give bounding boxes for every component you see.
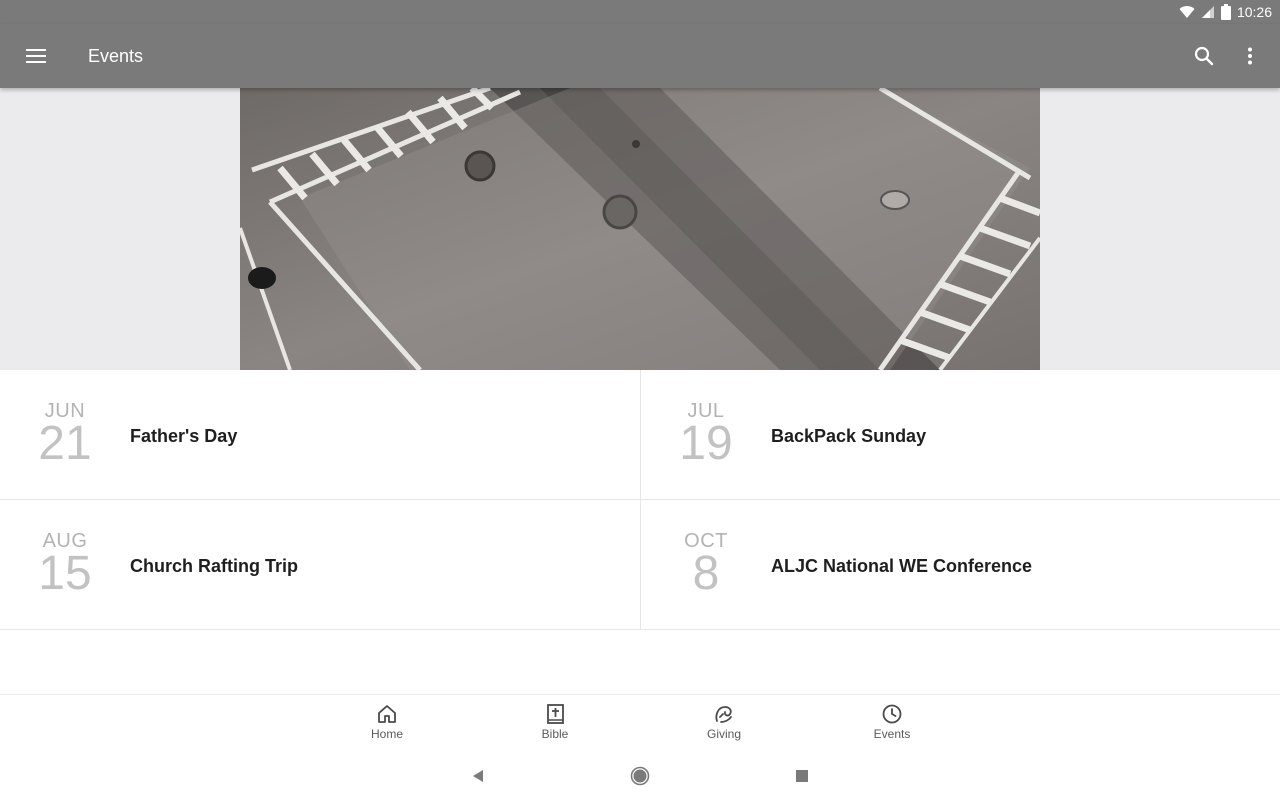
giving-icon bbox=[715, 706, 732, 723]
event-day: 21 bbox=[38, 417, 92, 470]
event-card[interactable]: JUL 19 BackPack Sunday bbox=[640, 370, 1280, 500]
wifi-icon bbox=[1179, 6, 1195, 19]
nav-home[interactable]: Home bbox=[332, 703, 442, 749]
event-grid: JUN 21 Father's Day JUL 19 BackPack Sund… bbox=[0, 370, 1280, 630]
app-bar: Events bbox=[0, 24, 1280, 88]
event-card[interactable]: JUN 21 Father's Day bbox=[0, 370, 640, 500]
battery-icon bbox=[1220, 4, 1231, 20]
status-time: 10:26 bbox=[1236, 4, 1272, 20]
event-card[interactable]: OCT 8 ALJC National WE Conference bbox=[640, 500, 1280, 630]
event-day: 15 bbox=[38, 547, 92, 600]
nav-events-label: Events bbox=[873, 727, 911, 741]
search-icon bbox=[1194, 46, 1214, 66]
back-icon bbox=[473, 770, 483, 782]
signal-icon bbox=[1201, 6, 1214, 18]
event-title: BackPack Sunday bbox=[771, 426, 927, 446]
home-icon bbox=[378, 705, 396, 723]
event-card[interactable]: AUG 15 Church Rafting Trip bbox=[0, 500, 640, 630]
nav-bible[interactable]: Bible bbox=[500, 703, 610, 749]
system-back-button[interactable] bbox=[466, 764, 490, 788]
more-options-button[interactable] bbox=[1230, 36, 1270, 76]
bottom-navigation: Home Bible Giving Events bbox=[0, 694, 1280, 752]
hero-band bbox=[0, 88, 1280, 370]
crosswalk-photo bbox=[240, 88, 1040, 370]
status-bar: 10:26 bbox=[0, 0, 1280, 24]
nav-events[interactable]: Events bbox=[837, 703, 947, 749]
clock-icon bbox=[882, 704, 902, 724]
hero-image[interactable] bbox=[240, 88, 1040, 370]
event-day: 8 bbox=[692, 547, 720, 600]
event-title: ALJC National WE Conference bbox=[771, 556, 1033, 576]
system-recents-button[interactable] bbox=[790, 764, 814, 788]
event-day: 19 bbox=[679, 417, 733, 470]
menu-icon bbox=[26, 49, 46, 63]
nav-giving[interactable]: Giving bbox=[669, 703, 779, 749]
search-button[interactable] bbox=[1184, 36, 1224, 76]
system-navigation bbox=[0, 752, 1280, 800]
more-vert-icon bbox=[1248, 47, 1252, 65]
recents-icon bbox=[796, 770, 808, 782]
menu-button[interactable] bbox=[16, 36, 56, 76]
system-home-button[interactable] bbox=[628, 764, 652, 788]
nav-home-label: Home bbox=[370, 727, 403, 741]
nav-bible-label: Bible bbox=[541, 727, 569, 741]
bible-icon bbox=[547, 704, 564, 724]
nav-giving-label: Giving bbox=[706, 727, 741, 741]
home-circle-icon bbox=[630, 766, 650, 786]
page-title: Events bbox=[88, 46, 144, 66]
event-title: Church Rafting Trip bbox=[130, 556, 298, 576]
event-title: Father's Day bbox=[130, 426, 238, 446]
